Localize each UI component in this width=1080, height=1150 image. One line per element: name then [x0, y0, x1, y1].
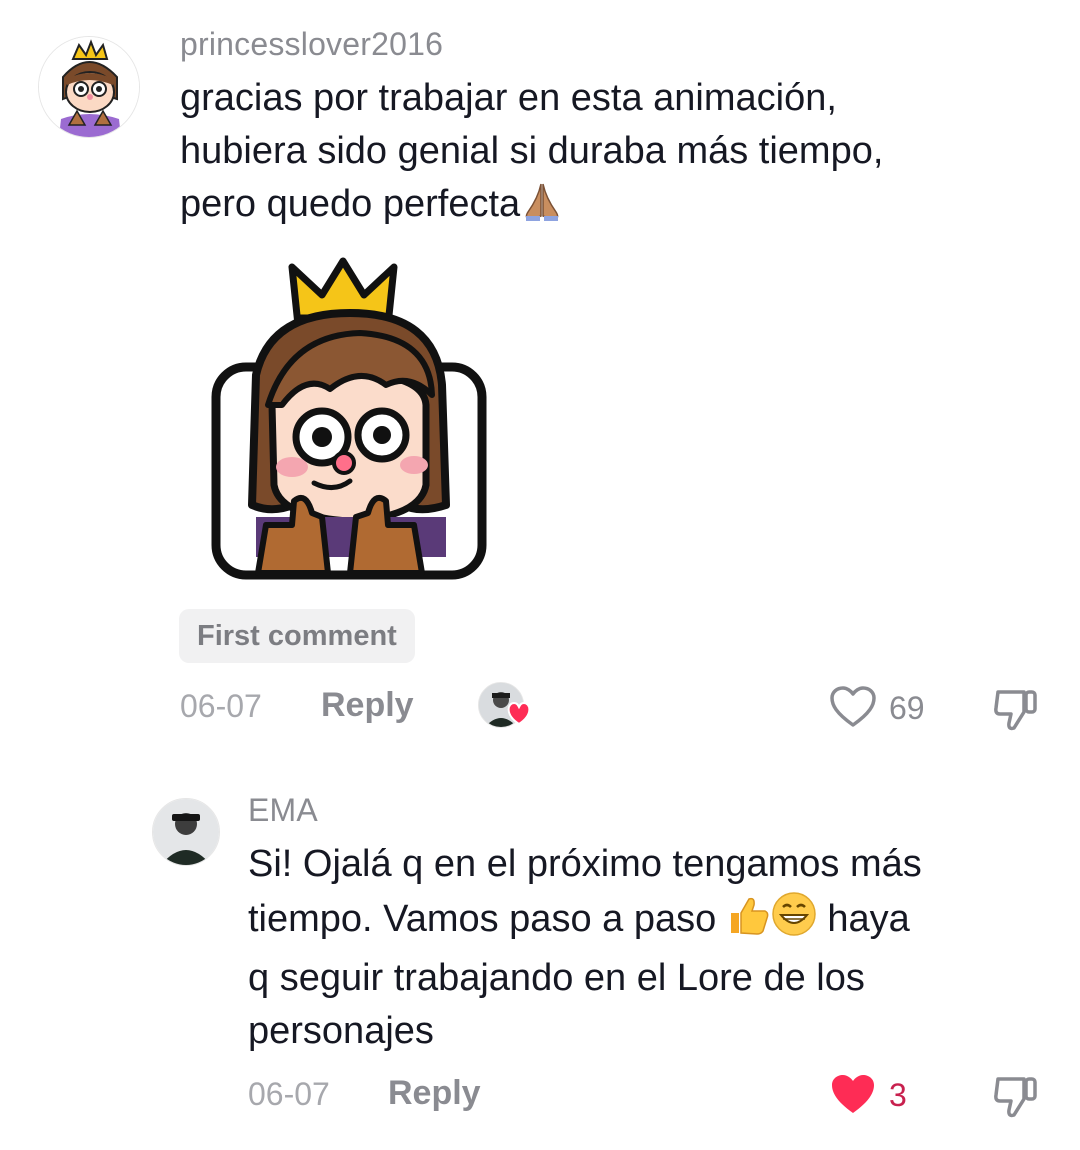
princess-avatar-icon — [39, 37, 139, 137]
comment-text: gracias por trabajar en esta animación, … — [180, 72, 1060, 237]
comment-line: q seguir trabajando en el Lore de los — [248, 957, 865, 999]
comment-text: Si! Ojalá q en el próximo tengamos más t… — [248, 838, 1068, 1058]
commenter-avatar[interactable] — [38, 36, 140, 138]
comment-line: personajes — [248, 1010, 434, 1052]
princess-sticker-icon — [211, 257, 487, 580]
thumbs-down-icon — [994, 1077, 1037, 1118]
comment-sticker-image[interactable] — [210, 255, 490, 580]
grin-icon — [771, 891, 817, 952]
like-button[interactable] — [830, 1073, 878, 1117]
dislike-button[interactable] — [992, 1073, 1042, 1119]
commenter-avatar[interactable] — [152, 798, 220, 866]
comment-line: hubiera sido genial si duraba más tiempo… — [180, 130, 884, 172]
creator-liked-indicator — [478, 682, 534, 730]
heart-badge-icon — [507, 702, 531, 726]
thumbs-up-icon — [727, 893, 771, 952]
heart-filled-icon — [832, 1075, 874, 1113]
pray-icon — [520, 182, 564, 237]
reply-button[interactable]: Reply — [321, 686, 414, 725]
comment-line: Si! Ojalá q en el próximo tengamos más — [248, 843, 922, 885]
comment-line: pero quedo perfecta — [180, 178, 1060, 237]
heart-outline-icon — [830, 686, 876, 727]
comment-date: 06-07 — [180, 688, 262, 724]
person-avatar-icon — [153, 799, 219, 865]
comment-username[interactable]: princesslover2016 — [180, 26, 443, 63]
dislike-button[interactable] — [992, 686, 1042, 732]
reply-button[interactable]: Reply — [388, 1074, 481, 1113]
like-count: 3 — [889, 1077, 907, 1113]
like-count: 69 — [889, 690, 925, 726]
comment-username[interactable]: EMA — [248, 792, 318, 829]
first-comment-badge: First comment — [179, 609, 415, 663]
comment-date: 06-07 — [248, 1076, 330, 1112]
comment-line: tiempo. Vamos paso a paso haya — [248, 891, 1068, 952]
thumbs-down-icon — [994, 690, 1037, 731]
like-button[interactable] — [830, 686, 878, 730]
comment-line: gracias por trabajar en esta animación, — [180, 77, 837, 119]
